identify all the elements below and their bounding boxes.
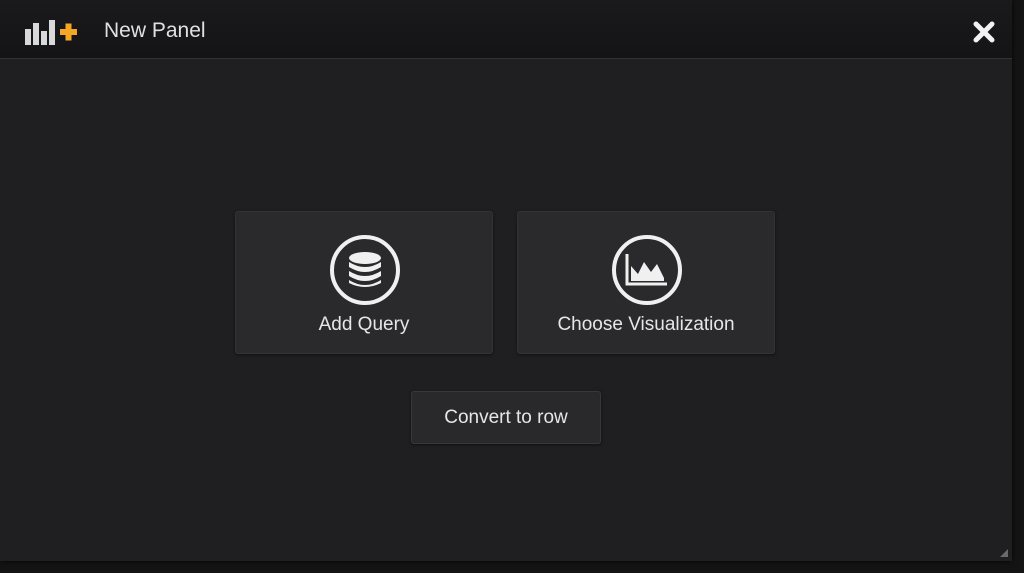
- database-icon: [330, 235, 400, 305]
- add-query-button[interactable]: Add Query: [235, 211, 493, 354]
- new-panel-icon: [25, 20, 77, 45]
- choose-visualization-label: Choose Visualization: [557, 314, 735, 335]
- choose-visualization-button[interactable]: Choose Visualization: [517, 211, 775, 354]
- panel-title: New Panel: [104, 19, 206, 42]
- new-panel-dialog: New Panel Add Query Choose Visualization…: [0, 0, 1012, 561]
- close-icon[interactable]: [972, 20, 996, 44]
- resize-handle-icon[interactable]: [1000, 549, 1008, 557]
- add-query-label: Add Query: [318, 314, 410, 335]
- visualization-icon: [612, 235, 682, 305]
- panel-header: New Panel: [0, 0, 1012, 59]
- convert-to-row-button[interactable]: Convert to row: [411, 391, 601, 444]
